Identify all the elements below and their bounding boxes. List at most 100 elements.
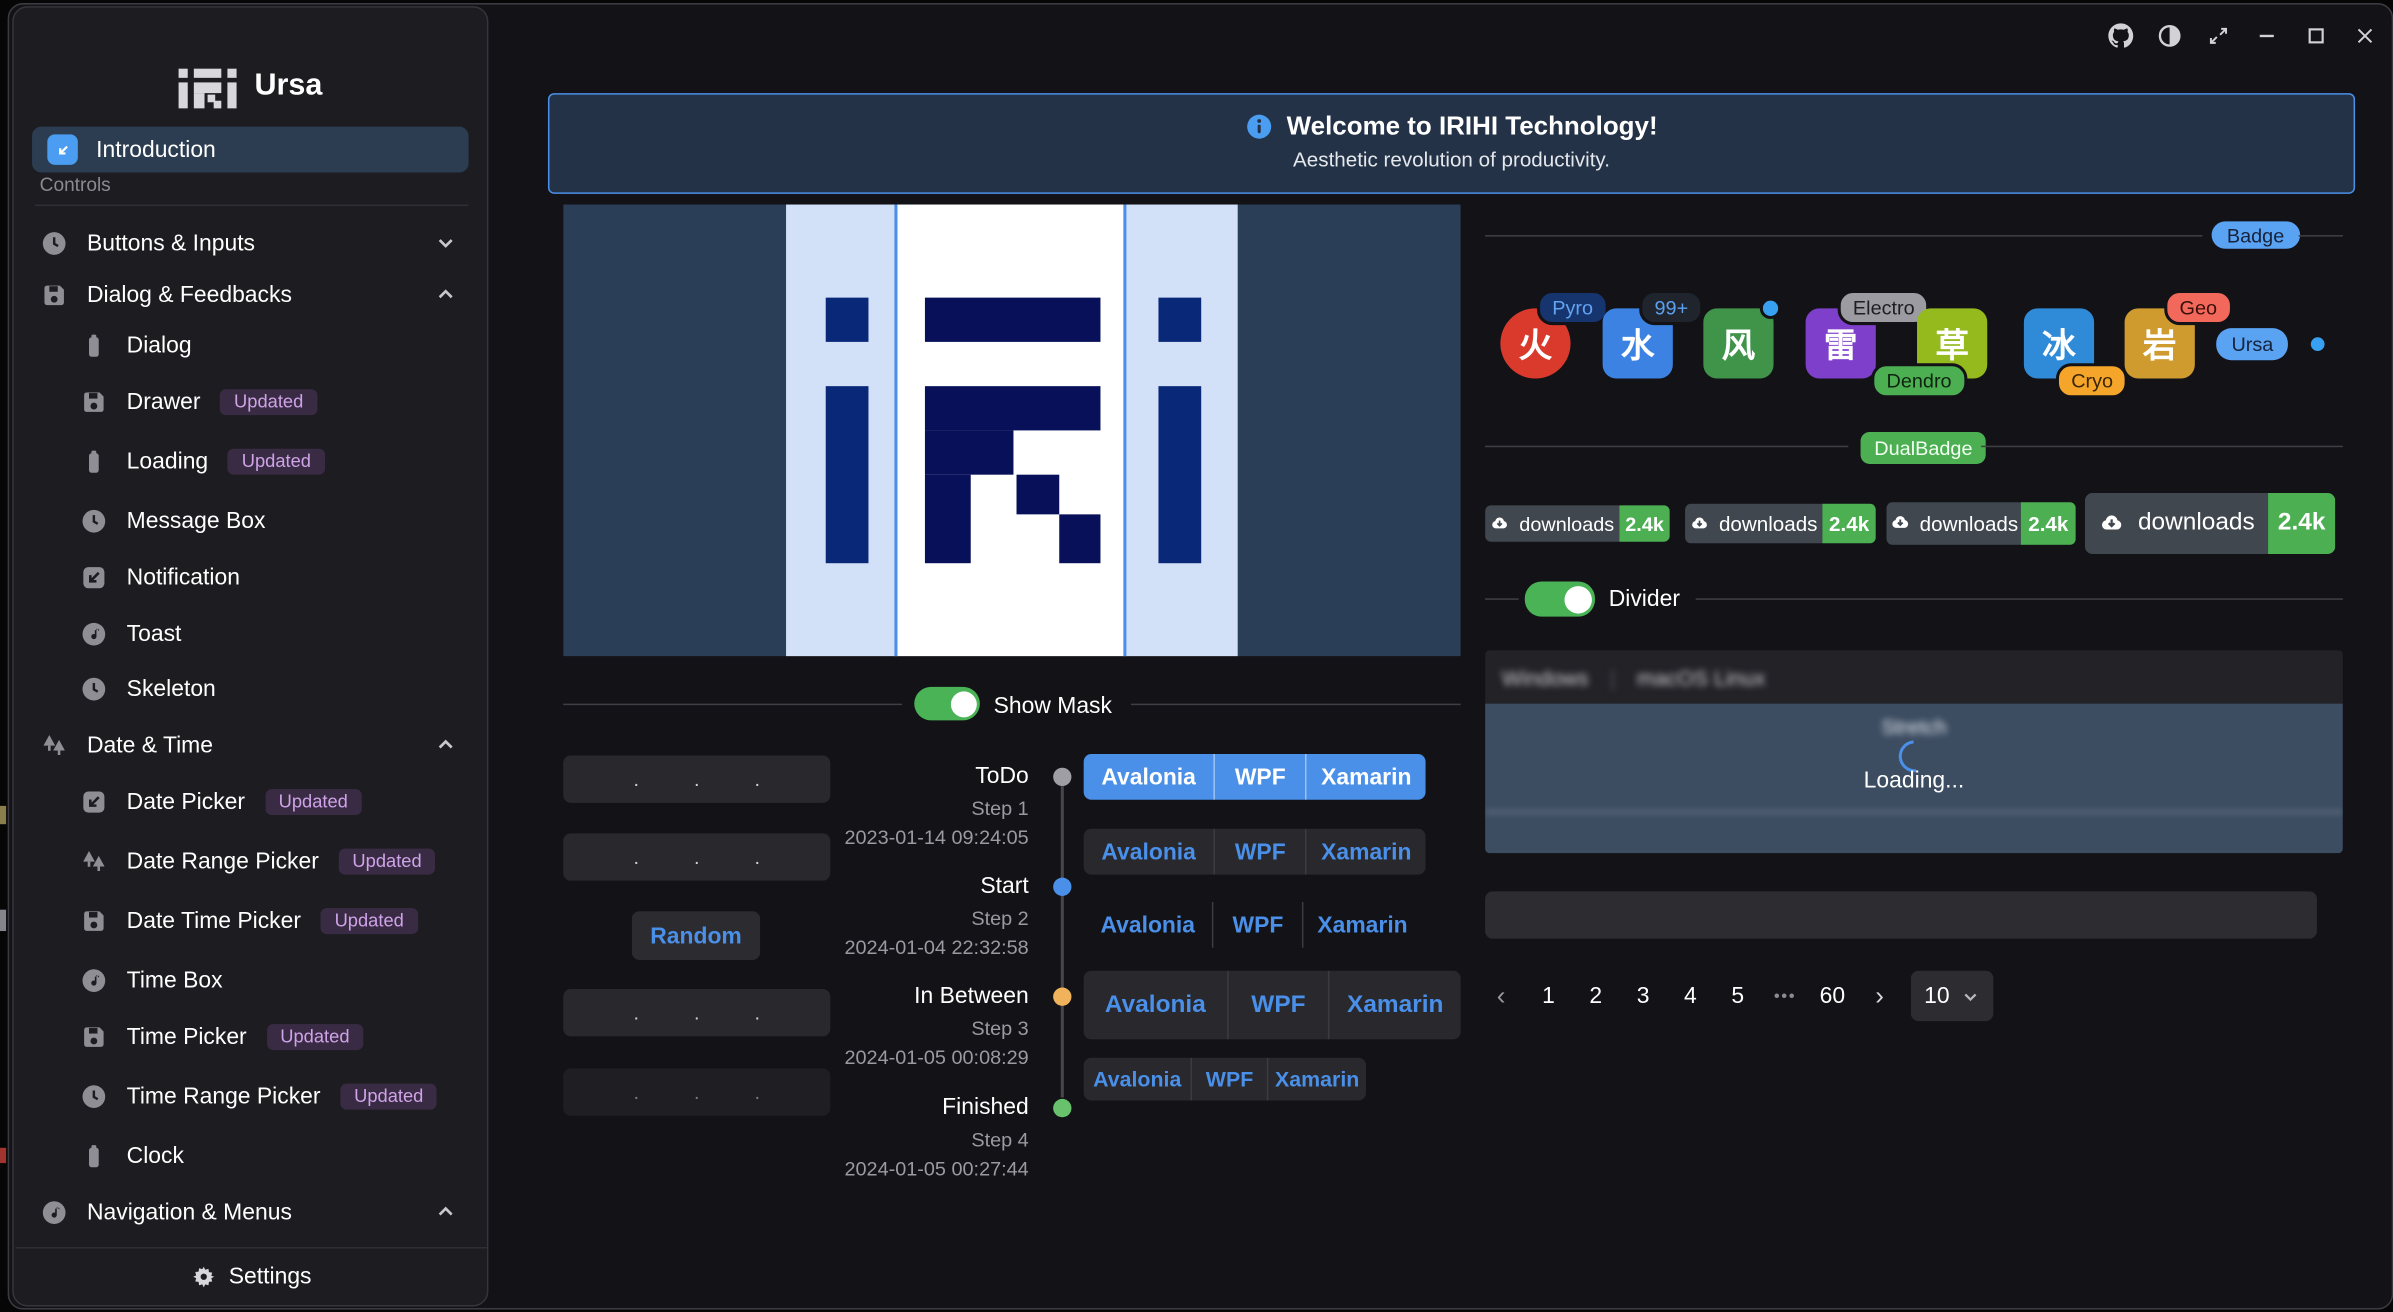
sidebar-item-dialog[interactable]: Dialog [32,321,472,370]
page-size-select[interactable]: 10 [1911,971,1993,1021]
clock-icon [81,1083,107,1109]
page-size-value: 10 [1924,983,1949,1009]
sidebar-item-date-range-picker[interactable]: Date Range Picker Updated [32,836,472,885]
wpf-button[interactable]: WPF [1214,829,1306,875]
time-box-input[interactable]: . . . [563,756,830,803]
sidebar-group-navigation-menus[interactable]: Navigation & Menus [32,1187,472,1236]
timebox-dot: . [633,1081,639,1104]
group-label: Buttons & Inputs [87,230,255,256]
mask-stripe-dark [563,205,786,657]
element-wind: 风 [1703,308,1773,378]
xamarin-button[interactable]: Xamarin [1305,829,1425,875]
background-window-fragment [0,1148,6,1163]
wpf-button[interactable]: WPF [1191,1058,1267,1101]
badge-dot [1760,298,1781,319]
dual-badge-value: 2.4k [1619,505,1669,542]
xamarin-button[interactable]: Xamarin [1302,902,1421,948]
time-box-input[interactable]: . . . [563,989,830,1036]
minimize-icon[interactable] [2248,17,2285,54]
clock-icon [41,230,67,256]
wpf-button[interactable]: WPF [1214,754,1306,800]
music-note-icon [41,1199,67,1225]
sidebar-item-time-range-picker[interactable]: Time Range Picker Updated [32,1071,472,1120]
settings-button[interactable]: Settings [15,1247,488,1303]
next-page-button[interactable]: › [1864,981,1896,1012]
maximize-icon[interactable] [2297,17,2334,54]
battery-icon [81,332,107,358]
divider-toggle[interactable] [1525,582,1595,617]
sidebar-group-dialog-feedbacks[interactable]: Dialog & Feedbacks [32,270,472,319]
tab-macos-linux[interactable]: macOS Linux [1637,665,1765,689]
page-button-3[interactable]: 3 [1627,983,1659,1009]
sidebar-item-time-picker[interactable]: Time Picker Updated [32,1012,472,1061]
battery-icon [81,448,107,474]
xamarin-button[interactable]: Xamarin [1267,1058,1366,1101]
sidebar-item-skeleton[interactable]: Skeleton [32,664,472,713]
tab-separator: | [1610,665,1616,689]
sidebar-group-date-time[interactable]: Date & Time [32,720,472,769]
avalonia-button[interactable]: Avalonia [1084,902,1212,948]
random-button[interactable]: Random [632,911,760,960]
item-label: Date Range Picker [127,848,319,874]
page-button-2[interactable]: 2 [1580,983,1612,1009]
timeline-dot [1053,1099,1071,1117]
battery-icon [81,1142,107,1168]
content-divider [1485,810,2343,813]
avalonia-button[interactable]: Avalonia [1084,971,1227,1040]
updated-badge: Updated [265,788,362,814]
sidebar-group-buttons-inputs[interactable]: Buttons & Inputs [32,218,472,267]
app-window: Ursa Introduction Controls Buttons & Inp… [0,0,2393,1312]
sidebar-item-clock[interactable]: Clock [32,1131,472,1180]
prev-page-button[interactable]: ‹ [1485,981,1517,1012]
clock-icon [81,675,107,701]
logo-block [826,386,869,563]
timeline-step-time: 2024-01-05 00:27:44 [800,1157,1029,1180]
sidebar-item-date-picker[interactable]: Date Picker Updated [32,777,472,826]
timebox-dot: . [694,768,700,791]
timeline-step-name: Start [830,873,1028,899]
xamarin-button[interactable]: Xamarin [1328,971,1460,1040]
show-mask-toggle[interactable] [914,687,980,721]
github-icon[interactable] [2102,17,2139,54]
close-icon[interactable] [2346,17,2383,54]
avalonia-button[interactable]: Avalonia [1084,1058,1191,1101]
sidebar-item-message-box[interactable]: Message Box [32,496,472,545]
button-group-panel: Avalonia WPF Xamarin [1084,829,1426,875]
sidebar-item-introduction[interactable]: Introduction [32,127,469,173]
dual-badge-value: 2.4k [2021,502,2076,545]
downloads-dual-badge: downloads 2.4k [1485,505,1670,542]
gear-icon [192,1265,215,1288]
avalonia-button[interactable]: Avalonia [1084,829,1214,875]
time-box-input[interactable]: . . . [563,1068,830,1115]
downloads-dual-badge: downloads 2.4k [1887,502,2076,545]
page-button-60[interactable]: 60 [1816,983,1848,1009]
page-button-5[interactable]: 5 [1722,983,1754,1009]
button-group-small: Avalonia WPF Xamarin [1084,1058,1366,1101]
empty-input-box[interactable] [1485,891,2317,938]
button-group-borderless: Avalonia WPF Xamarin [1084,902,1421,948]
timeline-dot [1053,768,1071,786]
timeline-step-label: Step 1 [830,797,1028,820]
sidebar-item-loading[interactable]: Loading Updated [32,437,472,486]
theme-toggle-icon[interactable] [2151,17,2188,54]
time-box-input[interactable]: . . . [563,833,830,880]
avalonia-button[interactable]: Avalonia [1084,754,1214,800]
page-button-1[interactable]: 1 [1532,983,1564,1009]
sidebar-item-date-time-picker[interactable]: Date Time Picker Updated [32,896,472,945]
page-button-4[interactable]: 4 [1674,983,1706,1009]
sidebar-item-drawer[interactable]: Drawer Updated [32,377,472,426]
badge-cryo: Cryo [2056,363,2128,398]
sidebar-item-notification[interactable]: Notification [32,553,472,602]
timebox-dot: . [633,768,639,791]
item-label: Date Time Picker [127,907,301,933]
fullscreen-icon[interactable] [2199,17,2236,54]
wpf-button[interactable]: WPF [1212,902,1303,948]
xamarin-button[interactable]: Xamarin [1305,754,1425,800]
sidebar-item-toast[interactable]: Toast [32,609,472,658]
sidebar-item-time-box[interactable]: Time Box [32,955,472,1004]
banner-title: Welcome to IRIHI Technology! [1287,111,1658,142]
wpf-button[interactable]: WPF [1227,971,1328,1040]
clock-icon [81,507,107,533]
tab-windows[interactable]: Windows [1502,665,1589,689]
mask-guide-line [894,205,897,657]
